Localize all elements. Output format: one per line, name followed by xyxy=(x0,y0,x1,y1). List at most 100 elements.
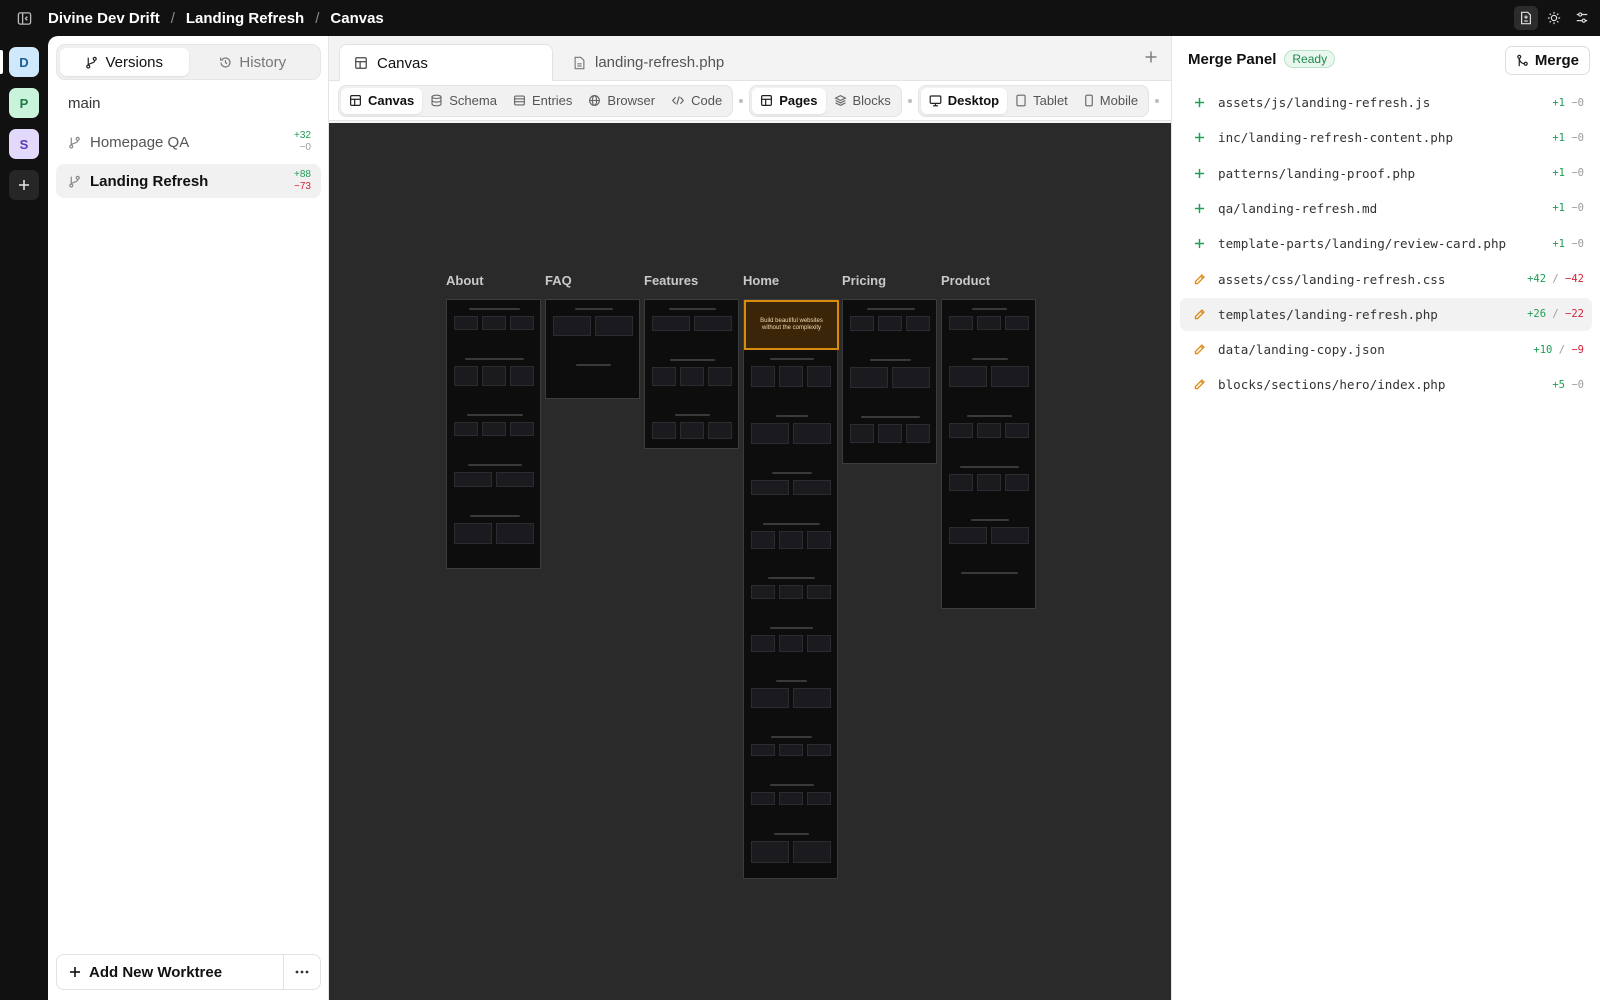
file-status-icon xyxy=(1189,273,1209,286)
view-schema-button[interactable]: Schema xyxy=(422,88,505,114)
branch-main[interactable]: main xyxy=(56,86,321,120)
branch-landing-refresh[interactable]: Landing Refresh +88 −73 xyxy=(56,164,321,198)
changed-file-row[interactable]: patterns/landing-proof.php +1 −0 xyxy=(1180,157,1592,190)
branch-diff-stats: +32 −0 xyxy=(294,130,311,154)
file-status-icon xyxy=(1189,132,1209,143)
file-path: blocks/sections/hero/index.php xyxy=(1218,377,1446,393)
changed-file-row[interactable]: data/landing-copy.json +10 / −9 xyxy=(1180,333,1592,366)
git-branch-icon xyxy=(86,56,98,69)
view-browser-button[interactable]: Browser xyxy=(580,88,663,114)
diff-removed: −42 xyxy=(1565,273,1584,285)
tablet-icon xyxy=(1016,94,1026,107)
view-code-button[interactable]: Code xyxy=(663,88,730,114)
file-diff-icon xyxy=(1521,11,1531,25)
file-status-icon xyxy=(1189,238,1209,249)
changed-file-row[interactable]: qa/landing-refresh.md +1 −0 xyxy=(1180,192,1592,225)
branch-homepage-qa[interactable]: Homepage QA +32 −0 xyxy=(56,125,321,159)
view-label: Entries xyxy=(531,93,573,108)
view-canvas-button[interactable]: Canvas xyxy=(341,87,423,114)
workspace-letter: P xyxy=(19,95,29,111)
add-new-worktree-button[interactable]: Add New Worktree xyxy=(57,955,284,989)
tab-history[interactable]: History xyxy=(189,48,318,76)
layout-icon xyxy=(355,57,367,69)
layout-icon xyxy=(350,95,361,106)
file-diff-stats: +10 / −9 xyxy=(1533,344,1584,356)
sidebar-toggle-icon xyxy=(17,11,31,25)
changed-file-row[interactable]: blocks/sections/hero/index.php +5 −0 xyxy=(1180,368,1592,401)
changed-file-row[interactable]: template-parts/landing/review-card.php +1… xyxy=(1180,227,1592,260)
changed-file-row[interactable]: assets/css/landing-refresh.css +42 / −42 xyxy=(1180,263,1592,296)
mode-blocks-button[interactable]: Blocks xyxy=(826,88,899,114)
file-diff-stats: +26 / −22 xyxy=(1527,308,1584,320)
diff-added: +26 xyxy=(1527,308,1547,321)
page-label-home: Home xyxy=(743,273,780,288)
editor-area: Canvas landing-refresh.php Canvas Schema… xyxy=(329,36,1171,1000)
merge-button[interactable]: Merge xyxy=(1504,46,1590,75)
plus-icon xyxy=(1194,239,1204,249)
file-path: qa/landing-refresh.md xyxy=(1218,200,1378,216)
changed-file-row[interactable]: inc/landing-refresh-content.php +1 −0 xyxy=(1180,121,1592,154)
page-thumbnail-features[interactable] xyxy=(644,299,739,449)
changed-file-row[interactable]: templates/landing-refresh.php +26 / −22 xyxy=(1180,297,1592,331)
tab-versions[interactable]: Versions xyxy=(60,48,189,76)
tab-versions-label: Versions xyxy=(105,53,164,71)
diff-added: +10 xyxy=(1533,343,1553,356)
device-tablet-button[interactable]: Tablet xyxy=(1007,88,1076,114)
file-diff-stats: +1 −0 xyxy=(1552,202,1584,214)
page-label-about: About xyxy=(446,273,484,288)
add-workspace-button[interactable] xyxy=(9,170,39,200)
file-path: assets/js/landing-refresh.js xyxy=(1218,95,1431,110)
diff-removed: −73 xyxy=(294,181,311,192)
merge-button-label: Merge xyxy=(1534,52,1579,69)
page-thumbnail-about[interactable] xyxy=(446,299,541,569)
device-label: Desktop xyxy=(947,93,1000,108)
device-label: Tablet xyxy=(1033,93,1068,108)
view-label: Browser xyxy=(607,93,656,108)
file-diff-stats: +5 −0 xyxy=(1552,379,1584,391)
page-thumbnail-product[interactable] xyxy=(941,299,1036,609)
new-tab-button[interactable] xyxy=(1145,50,1157,68)
page-label-faq: FAQ xyxy=(545,273,572,288)
mode-pages-button[interactable]: Pages xyxy=(752,87,826,114)
file-diff-stats: +1 −0 xyxy=(1552,97,1584,109)
file-path: assets/css/landing-refresh.css xyxy=(1218,271,1446,287)
workspace-selection-indicator xyxy=(0,50,3,74)
monitor-icon xyxy=(929,95,942,107)
page-label-product: Product xyxy=(941,273,991,288)
settings-toggle[interactable] xyxy=(1570,6,1594,30)
file-status-icon xyxy=(1189,378,1209,391)
workspace-s-button[interactable]: S xyxy=(9,129,39,159)
device-desktop-button[interactable]: Desktop xyxy=(920,87,1008,114)
page-thumbnail-home[interactable]: Build beautiful websites without the comp… xyxy=(743,299,839,879)
home-hero-section[interactable]: Build beautiful websites without the comp… xyxy=(744,300,839,350)
tab-canvas[interactable]: Canvas xyxy=(339,44,553,81)
merge-panel-toggle[interactable] xyxy=(1514,6,1538,30)
tab-file-label: landing-refresh.php xyxy=(595,54,725,71)
file-diff-stats: +1 −0 xyxy=(1552,167,1584,179)
git-branch-icon xyxy=(69,175,80,188)
workspace-d-button[interactable]: D xyxy=(9,47,39,77)
layout-icon xyxy=(761,95,773,106)
file-status-icon xyxy=(1189,97,1209,108)
mode-label: Blocks xyxy=(852,93,891,108)
branch-name: Homepage QA xyxy=(90,133,190,151)
view-entries-button[interactable]: Entries xyxy=(505,88,580,114)
breadcrumb-branch[interactable]: Landing Refresh xyxy=(186,10,304,27)
more-options-button[interactable] xyxy=(284,970,320,974)
diff-added: +32 xyxy=(294,130,311,141)
pages-canvas[interactable]: About FAQ Features Home Build beautiful webs… xyxy=(329,123,1171,1000)
tab-landing-refresh-php[interactable]: landing-refresh.php xyxy=(559,44,789,81)
tab-canvas-label: Canvas xyxy=(377,54,428,72)
device-mobile-button[interactable]: Mobile xyxy=(1076,88,1146,114)
plus-icon xyxy=(1194,133,1204,143)
sidebar-toggle-button[interactable] xyxy=(0,0,48,36)
breadcrumb-project[interactable]: Divine Dev Drift xyxy=(48,10,160,27)
tab-history-label: History xyxy=(239,53,287,71)
diff-separator: / xyxy=(1558,343,1566,356)
page-thumbnail-pricing[interactable] xyxy=(842,299,937,464)
theme-toggle[interactable] xyxy=(1542,6,1566,30)
changed-file-row[interactable]: assets/js/landing-refresh.js +1 −0 xyxy=(1180,86,1592,119)
page-thumbnail-faq[interactable] xyxy=(545,299,640,399)
workspace-p-button[interactable]: P xyxy=(9,88,39,118)
database-icon xyxy=(431,94,442,107)
